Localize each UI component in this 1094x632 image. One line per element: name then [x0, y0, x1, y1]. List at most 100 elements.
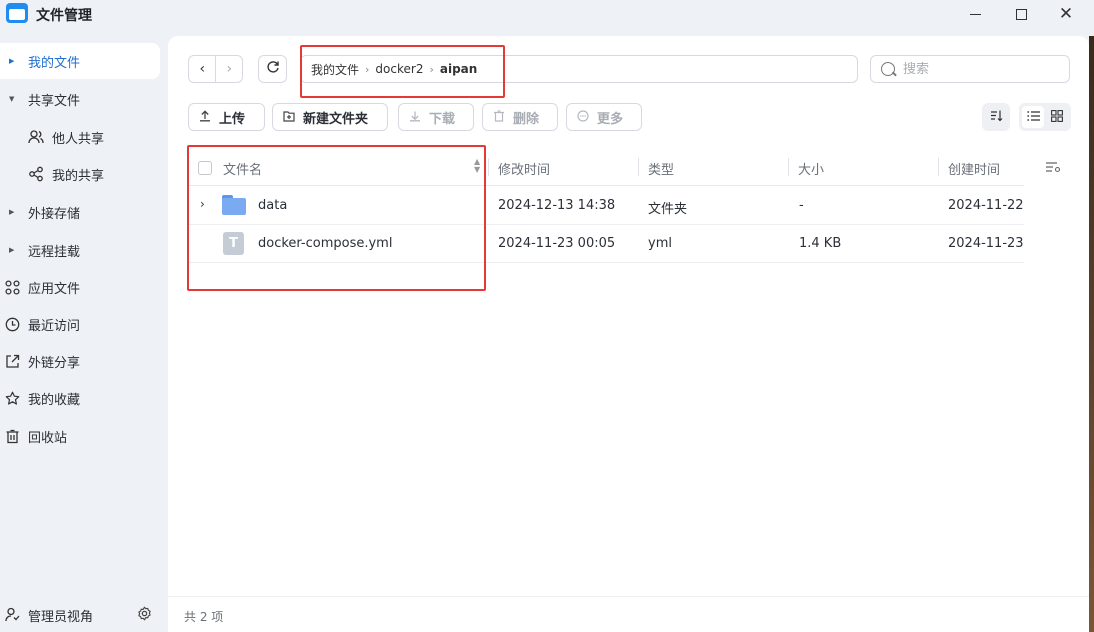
new-folder-button[interactable]: 新建文件夹 [272, 103, 388, 131]
list-view-button[interactable] [1022, 106, 1044, 128]
column-divider[interactable] [938, 158, 939, 176]
sort-button[interactable] [982, 103, 1010, 131]
download-label: 下载 [429, 111, 456, 127]
folder-icon [222, 195, 246, 215]
upload-icon [199, 109, 211, 125]
admin-view-label[interactable]: 管理员视角 [28, 606, 93, 625]
history-nav: ‹ › [188, 55, 243, 83]
column-header-size[interactable]: 大小 [798, 159, 824, 178]
more-icon [577, 109, 589, 125]
sort-arrows-icon[interactable]: ▲ ▼ [474, 158, 480, 174]
refresh-icon [266, 60, 280, 78]
title-bar: 文件管理 ✕ [0, 0, 1094, 34]
list-icon [1026, 110, 1040, 125]
more-label: 更多 [597, 111, 624, 127]
item-count: 共 2 项 [184, 610, 224, 624]
sidebar-footer: 管理员视角 [0, 598, 166, 632]
sidebar-item-external-storage[interactable]: ▶ 外接存储 [0, 194, 160, 230]
search-input[interactable] [903, 61, 1053, 77]
back-button[interactable]: ‹ [189, 56, 215, 82]
share-icon [28, 166, 44, 182]
file-size: 1.4 KB [799, 236, 842, 251]
sidebar-item-recycle-bin[interactable]: 回收站 [0, 418, 160, 454]
sidebar-item-label: 回收站 [28, 430, 68, 446]
gear-icon[interactable] [136, 605, 152, 621]
star-icon [4, 390, 20, 406]
file-modified: 2024-12-13 14:38 [498, 198, 616, 213]
grid-view-button[interactable] [1046, 106, 1068, 128]
file-created: 2024-11-23 [948, 236, 1024, 251]
file-modified: 2024-11-23 00:05 [498, 236, 616, 251]
file-created: 2024-11-22 [948, 198, 1024, 213]
breadcrumb-item-current[interactable]: aipan [440, 62, 477, 76]
close-button[interactable]: ✕ [1046, 2, 1086, 26]
apps-icon [4, 279, 20, 295]
chevron-right-icon[interactable]: › [200, 197, 205, 211]
file-manager-window: 文件管理 ✕ ▶ 我的文件 ▼ 共享文件 他人共享 我的共享 ▶ 外接存储 ▶ … [0, 0, 1094, 632]
table-row[interactable]: T docker-compose.yml 2024-11-23 00:05 ym… [188, 225, 1024, 263]
main-panel: ‹ › 我的文件 › docker2 › aipan 上传 [168, 36, 1089, 632]
breadcrumb-item-root[interactable]: 我的文件 [311, 61, 359, 78]
trash-icon [4, 428, 20, 444]
sidebar-item-label: 我的收藏 [28, 392, 81, 408]
view-toggle [1019, 103, 1071, 131]
chevron-right-icon: › [365, 62, 370, 76]
chevron-right-icon: › [429, 62, 434, 76]
sidebar-item-shared-by-others[interactable]: 他人共享 [0, 119, 160, 155]
table-row[interactable]: › data 2024-12-13 14:38 文件夹 - 2024-11-22 [188, 187, 1024, 225]
column-settings-icon[interactable] [1045, 161, 1061, 176]
sidebar-item-label: 外接存储 [28, 206, 81, 222]
file-name[interactable]: data [258, 198, 287, 213]
sidebar-item-recent[interactable]: 最近访问 [0, 306, 160, 342]
breadcrumb-item-docker2[interactable]: docker2 [375, 62, 423, 76]
column-divider[interactable] [638, 158, 639, 176]
upload-button[interactable]: 上传 [188, 103, 265, 131]
refresh-button[interactable] [258, 55, 287, 83]
caret-right-icon: ▶ [9, 208, 15, 216]
maximize-button[interactable] [1001, 2, 1041, 26]
column-divider[interactable] [788, 158, 789, 176]
minimize-button[interactable] [955, 2, 995, 26]
sidebar-item-label: 共享文件 [28, 93, 81, 109]
download-icon [409, 110, 421, 125]
more-button[interactable]: 更多 [566, 103, 642, 131]
sidebar-item-label: 我的文件 [28, 55, 81, 71]
delete-button[interactable]: 删除 [482, 103, 558, 131]
table-header: 文件名 ▲ ▼ 修改时间 类型 大小 创建时间 [188, 149, 1061, 186]
sidebar-item-label: 最近访问 [28, 318, 81, 334]
column-header-modified[interactable]: 修改时间 [498, 159, 550, 178]
sidebar-item-shared-files[interactable]: ▼ 共享文件 [0, 81, 160, 117]
column-header-type[interactable]: 类型 [648, 159, 674, 178]
column-divider[interactable] [488, 158, 489, 176]
sidebar-item-app-files[interactable]: 应用文件 [0, 269, 160, 305]
sidebar-item-external-share[interactable]: 外链分享 [0, 343, 160, 379]
trash-icon [493, 109, 505, 125]
download-button[interactable]: 下载 [398, 103, 474, 131]
text-file-icon: T [223, 232, 244, 255]
chevron-right-icon: › [226, 61, 233, 77]
sidebar-item-remote-mount[interactable]: ▶ 远程挂载 [0, 232, 160, 268]
forward-button[interactable]: › [215, 56, 242, 82]
sidebar-item-favorites[interactable]: 我的收藏 [0, 380, 160, 416]
sidebar: ▶ 我的文件 ▼ 共享文件 他人共享 我的共享 ▶ 外接存储 ▶ 远程挂载 应用… [0, 38, 166, 632]
maximize-icon [1015, 8, 1027, 20]
sidebar-item-label: 我的共享 [52, 168, 105, 184]
select-all-checkbox[interactable] [198, 161, 212, 175]
sidebar-item-label: 远程挂载 [28, 244, 81, 260]
sidebar-item-my-files[interactable]: ▶ 我的文件 [0, 43, 160, 79]
column-header-name[interactable]: 文件名 [223, 159, 262, 178]
new-folder-label: 新建文件夹 [303, 111, 369, 127]
file-manager-app-icon [6, 3, 28, 23]
caret-right-icon: ▶ [9, 57, 15, 65]
sidebar-item-my-shares[interactable]: 我的共享 [0, 156, 160, 192]
file-type: 文件夹 [648, 202, 688, 217]
column-header-created[interactable]: 创建时间 [948, 159, 1000, 178]
file-name[interactable]: docker-compose.yml [258, 236, 392, 251]
breadcrumb[interactable]: 我的文件 › docker2 › aipan [300, 55, 858, 83]
sort-icon [990, 109, 1003, 125]
external-link-icon [4, 353, 20, 369]
window-edge [1089, 36, 1094, 632]
minimize-icon [969, 13, 981, 15]
chevron-left-icon: ‹ [199, 61, 206, 77]
file-type: yml [648, 236, 672, 251]
